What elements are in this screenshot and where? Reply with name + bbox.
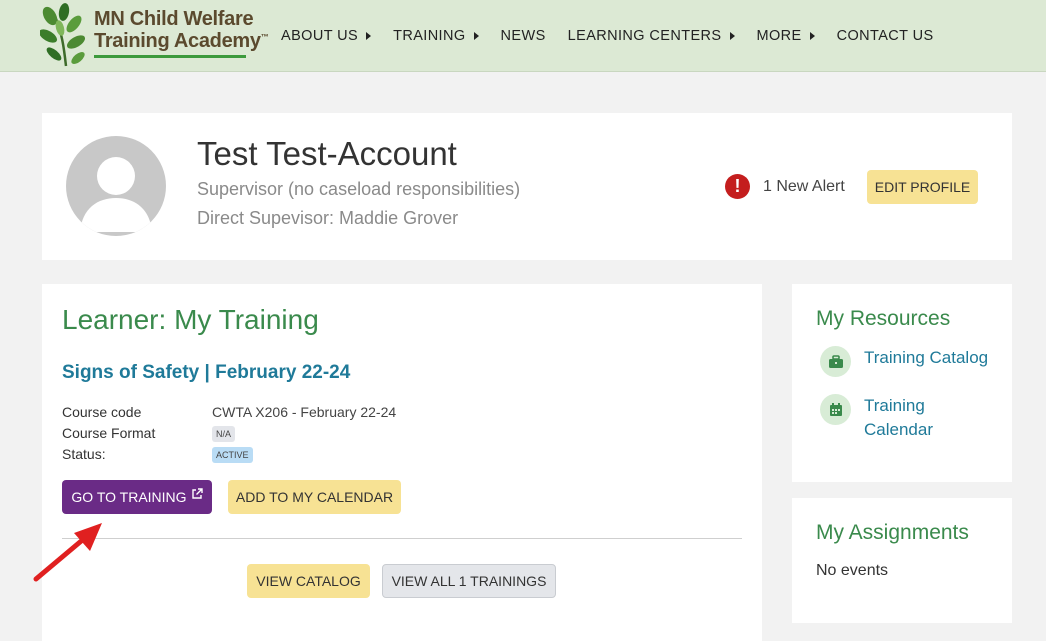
nav-contact-us[interactable]: CONTACT US [837, 28, 934, 44]
divider [62, 538, 742, 539]
view-catalog-button[interactable]: VIEW CATALOG [247, 564, 370, 598]
course-title-link[interactable]: Signs of Safety | February 22-24 [62, 362, 350, 384]
alert-exclamation-icon: ! [725, 174, 750, 199]
nav-learning-centers-label: LEARNING CENTERS [567, 28, 722, 44]
training-catalog-link[interactable]: Training Catalog [864, 346, 988, 370]
logo-underline [94, 55, 246, 58]
calendar-icon [820, 394, 851, 425]
logo-text-line1: MN Child Welfare [94, 8, 254, 30]
external-link-icon [191, 488, 203, 499]
go-to-training-button[interactable]: GO TO TRAINING [62, 480, 212, 514]
caret-right-icon [809, 32, 815, 40]
course-format-badge: N/A [212, 426, 236, 442]
nav-more-label: MORE [756, 28, 802, 44]
nav-news[interactable]: NEWS [501, 28, 546, 44]
my-training-card: Learner: My Training Signs of Safety | F… [42, 284, 762, 641]
main-nav: ABOUT US TRAINING NEWS LEARNING CENTERS … [281, 27, 956, 45]
add-to-calendar-button[interactable]: ADD TO MY CALENDAR [228, 480, 401, 514]
profile-card: Test Test-Account Supervisor (no caseloa… [42, 113, 1012, 260]
caret-right-icon [729, 32, 735, 40]
nav-about-us-label: ABOUT US [281, 28, 359, 44]
nav-training[interactable]: TRAINING [393, 28, 479, 44]
avatar [66, 136, 166, 236]
my-resources-title: My Resources [816, 307, 951, 330]
my-assignments-title: My Assignments [816, 521, 969, 544]
user-silhouette-icon [80, 157, 152, 232]
profile-supervisor: Direct Supevisor: Maddie Grover [197, 208, 459, 228]
leaf-logo-icon [40, 3, 86, 67]
my-training-title: Learner: My Training [62, 304, 319, 335]
nav-more[interactable]: MORE [757, 28, 815, 44]
trademark-mark: ™ [260, 32, 269, 42]
status-badge: ACTIVE [212, 447, 253, 463]
profile-role: Supervisor (no caseload responsibilities… [197, 179, 521, 199]
caret-right-icon [366, 32, 372, 40]
alert-text: 1 New Alert [763, 177, 845, 195]
annotation-arrow-icon [33, 523, 102, 582]
course-format-label: Course Format [62, 425, 156, 441]
edit-profile-button[interactable]: EDIT PROFILE [867, 170, 978, 204]
briefcase-icon [820, 346, 851, 377]
nav-training-label: TRAINING [393, 28, 466, 44]
nav-learning-centers[interactable]: LEARNING CENTERS [568, 28, 735, 44]
training-calendar-link[interactable]: Training Calendar [864, 394, 974, 442]
alert-notification[interactable]: ! 1 New Alert [725, 174, 845, 199]
site-header: MN Child Welfare Training Academy™ ABOUT… [0, 0, 1046, 72]
site-logo[interactable]: MN Child Welfare Training Academy™ [40, 2, 269, 68]
course-code-label: Course code [62, 404, 142, 420]
go-to-training-label: GO TO TRAINING [71, 489, 187, 505]
logo-text-line2: Training Academy™ [94, 30, 269, 53]
logo-text-line2-main: Training Academy [94, 30, 261, 52]
profile-name: Test Test-Account [197, 135, 457, 172]
status-label: Status: [62, 446, 106, 462]
nav-news-label: NEWS [500, 28, 546, 44]
nav-contact-us-label: CONTACT US [836, 28, 934, 44]
course-code-value: CWTA X206 - February 22-24 [212, 404, 397, 420]
caret-right-icon [473, 32, 479, 40]
my-resources-card: My Resources Training Catalog Training C… [792, 284, 1012, 482]
view-all-trainings-button[interactable]: VIEW ALL 1 TRAININGS [382, 564, 556, 598]
nav-about-us[interactable]: ABOUT US [281, 28, 372, 44]
my-assignments-card: My Assignments No events [792, 498, 1012, 623]
no-events-text: No events [816, 562, 889, 579]
